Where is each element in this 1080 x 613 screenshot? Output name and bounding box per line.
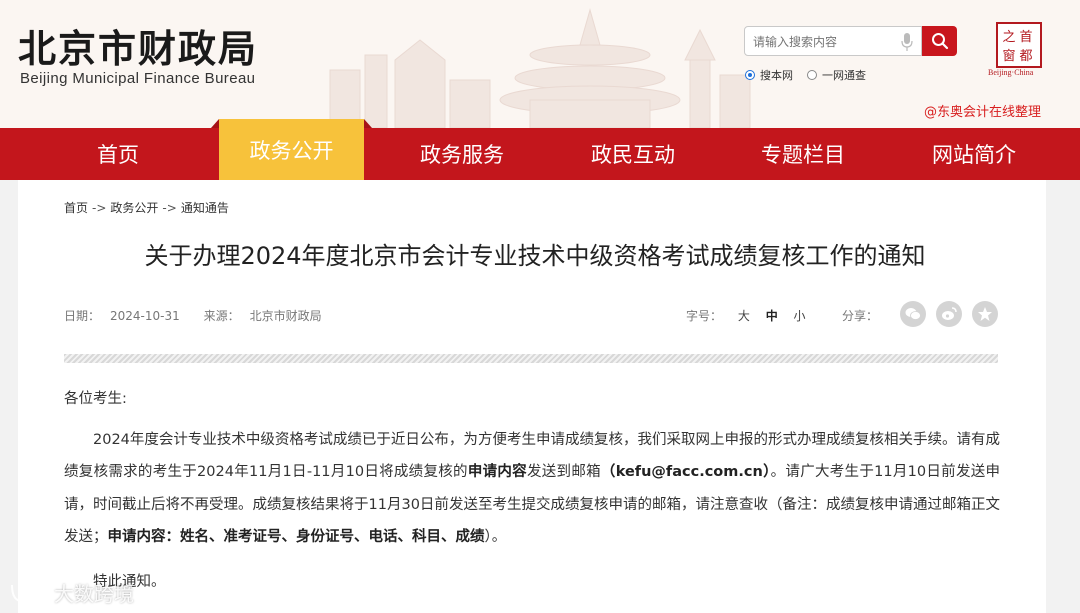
- breadcrumb-separator: ->: [162, 201, 177, 215]
- font-size-large[interactable]: 大: [738, 309, 750, 323]
- seal-char: 首: [1019, 30, 1032, 45]
- watermark-text: 大数跨境: [54, 582, 134, 606]
- radio-unchecked[interactable]: [807, 70, 817, 80]
- font-size-label: 字号：: [686, 309, 723, 323]
- breadcrumb-home[interactable]: 首页: [64, 201, 88, 215]
- favorite-icon[interactable]: [972, 301, 998, 327]
- skyline-illustration: [329, 8, 751, 128]
- search-scope: 搜本网 一网通查: [745, 67, 880, 83]
- emphasis-apply-fields: 申请内容：姓名、准考证号、身份证号、电话、科目、成绩: [107, 529, 485, 545]
- breadcrumb-separator: ->: [92, 201, 107, 215]
- scope-label: 搜本网: [760, 69, 793, 82]
- article-date: 2024-10-31: [110, 309, 180, 323]
- nav-item-interaction[interactable]: 政民互动: [547, 128, 719, 180]
- article-container: 首页 -> 政务公开 -> 通知通告 关于办理2024年度北京市会计专业技术中级资格考试…: [18, 180, 1046, 613]
- wechat-icon[interactable]: [900, 301, 926, 327]
- share-label: 分享：: [842, 309, 879, 323]
- email-address[interactable]: （kefu@facc.com.cn）: [601, 464, 771, 480]
- emphasis-apply-content: 申请内容: [467, 464, 527, 480]
- breadcrumb-notices[interactable]: 通知通告: [181, 201, 229, 215]
- search-box: [744, 26, 922, 56]
- source-label: 来源： 北京市财政局: [203, 309, 322, 323]
- nav-item-special-topics[interactable]: 专题栏目: [717, 128, 889, 180]
- nav-item-gov-affairs[interactable]: 政务公开: [211, 119, 372, 180]
- date-label: 日期： 2024-10-31: [64, 309, 180, 323]
- breadcrumb: 首页 -> 政务公开 -> 通知通告: [64, 199, 229, 216]
- greeting: 各位考生:: [64, 391, 127, 407]
- article-body: 各位考生: 2024年度会计专业技术中级资格考试成绩已于近日公布，为方便考生申请…: [64, 383, 1000, 554]
- breadcrumb-gov-affairs[interactable]: 政务公开: [110, 201, 158, 215]
- article-paragraph: 2024年度会计专业技术中级资格考试成绩已于近日公布，为方便考生申请成绩复核，我…: [64, 431, 1001, 546]
- main-nav: 首页 政务公开 政务服务 政民互动 专题栏目 网站简介: [0, 119, 1080, 180]
- search-icon: [931, 33, 948, 50]
- font-size-medium[interactable]: 中: [766, 309, 778, 323]
- font-size-small[interactable]: 小: [794, 309, 806, 323]
- scope-this-site[interactable]: 搜本网: [745, 67, 793, 83]
- article-title: 关于办理2024年度北京市会计专业技术中级资格考试成绩复核工作的通知: [144, 242, 926, 270]
- nav-item-about[interactable]: 网站简介: [888, 128, 1060, 180]
- seal-char: 之: [1002, 30, 1015, 45]
- search-input[interactable]: [753, 31, 898, 53]
- search-button[interactable]: [922, 26, 957, 56]
- weibo-icon[interactable]: [936, 301, 962, 327]
- article-meta: 日期： 2024-10-31 来源： 北京市财政局: [64, 307, 342, 324]
- site-header: 北京市财政局 Beijing Municipal Finance Bureau …: [0, 0, 1080, 128]
- watermark-logo-icon: [11, 584, 51, 602]
- divider: [64, 354, 998, 363]
- seal-caption: Beijing·China: [988, 68, 1034, 77]
- article-source: 北京市财政局: [249, 309, 322, 323]
- radio-checked[interactable]: [745, 70, 755, 80]
- microphone-icon[interactable]: [901, 33, 913, 51]
- nav-item-gov-services[interactable]: 政务服务: [376, 128, 548, 180]
- seal-char: 都: [1019, 49, 1032, 64]
- site-logo-en: Beijing Municipal Finance Bureau: [20, 70, 256, 87]
- scope-label: 一网通查: [822, 69, 866, 82]
- bottom-watermark: 大数跨境: [8, 578, 134, 607]
- seal-char: 窗: [1002, 48, 1015, 64]
- watermark-text: @东奥会计在线整理: [924, 105, 1042, 120]
- scope-all-sites[interactable]: 一网通查: [807, 67, 866, 83]
- font-size-controls: 字号： 大 中 小: [686, 307, 806, 324]
- nav-item-home[interactable]: 首页: [32, 128, 204, 180]
- site-logo-cn[interactable]: 北京市财政局: [18, 18, 258, 73]
- capital-window-seal-logo[interactable]: 首 都 之 窗: [996, 22, 1042, 68]
